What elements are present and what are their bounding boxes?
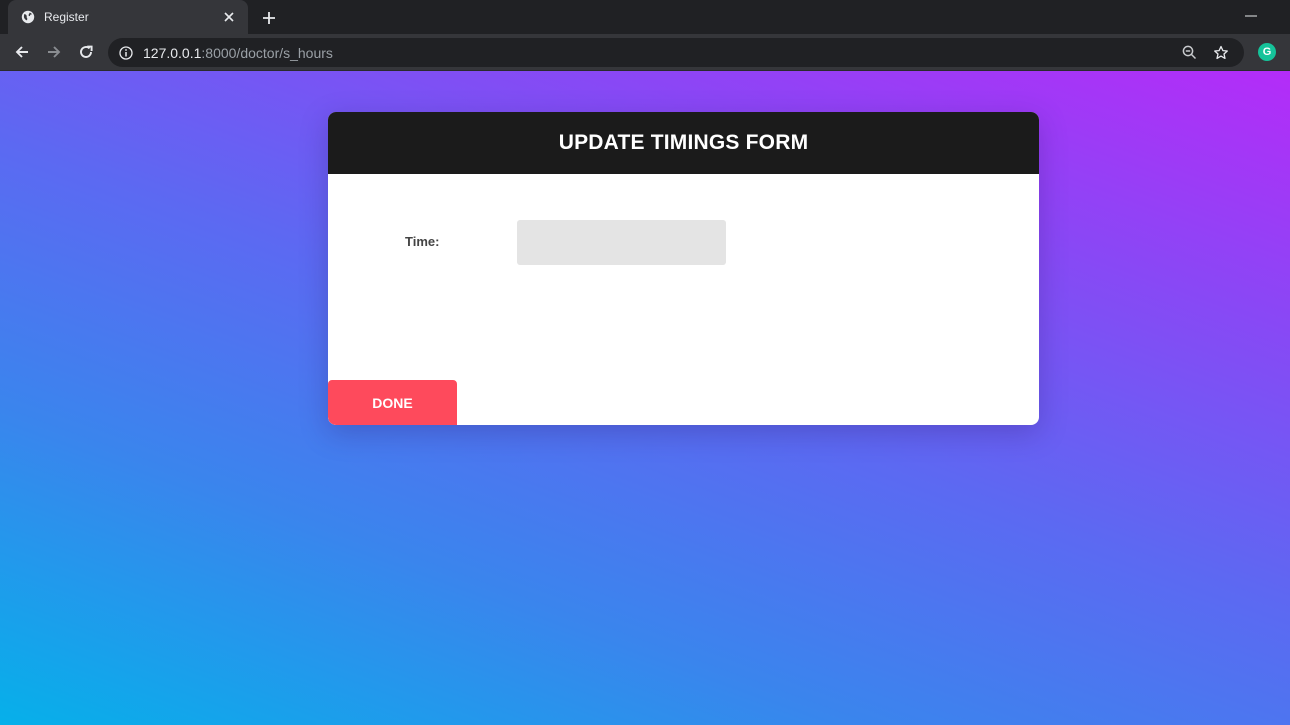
site-info-icon[interactable] xyxy=(118,45,134,61)
zoom-icon[interactable] xyxy=(1178,42,1200,64)
tab-strip: Register xyxy=(0,0,1290,34)
time-label: Time: xyxy=(405,234,440,249)
minimize-icon[interactable] xyxy=(1240,6,1262,26)
close-tab-icon[interactable] xyxy=(220,8,238,26)
form-header: UPDATE TIMINGS FORM xyxy=(328,112,1039,174)
address-bar[interactable]: 127.0.0.1:8000/doctor/s_hours xyxy=(108,38,1244,67)
forward-arrow-icon[interactable] xyxy=(42,40,66,64)
url-text[interactable]: 127.0.0.1:8000/doctor/s_hours xyxy=(143,45,1168,61)
reload-icon[interactable] xyxy=(74,40,98,64)
url-path: :8000/doctor/s_hours xyxy=(201,44,333,61)
update-timings-form: UPDATE TIMINGS FORM Time: DONE xyxy=(328,112,1039,425)
page-background: UPDATE TIMINGS FORM Time: DONE xyxy=(0,71,1290,725)
tab-register[interactable]: Register xyxy=(8,0,248,34)
globe-icon xyxy=(20,9,36,25)
tab-title: Register xyxy=(44,10,89,24)
form-title: UPDATE TIMINGS FORM xyxy=(558,131,809,154)
grammarly-extension-icon[interactable]: G xyxy=(1258,43,1276,61)
new-tab-plus-icon[interactable] xyxy=(258,7,280,29)
back-arrow-icon[interactable] xyxy=(10,40,34,64)
time-row: Time: xyxy=(328,220,1039,265)
bookmark-star-icon[interactable] xyxy=(1210,42,1232,64)
time-input[interactable] xyxy=(517,220,726,265)
url-host: 127.0.0.1 xyxy=(143,44,202,61)
done-button[interactable]: DONE xyxy=(328,380,457,425)
browser-toolbar: 127.0.0.1:8000/doctor/s_hours G xyxy=(0,34,1290,71)
